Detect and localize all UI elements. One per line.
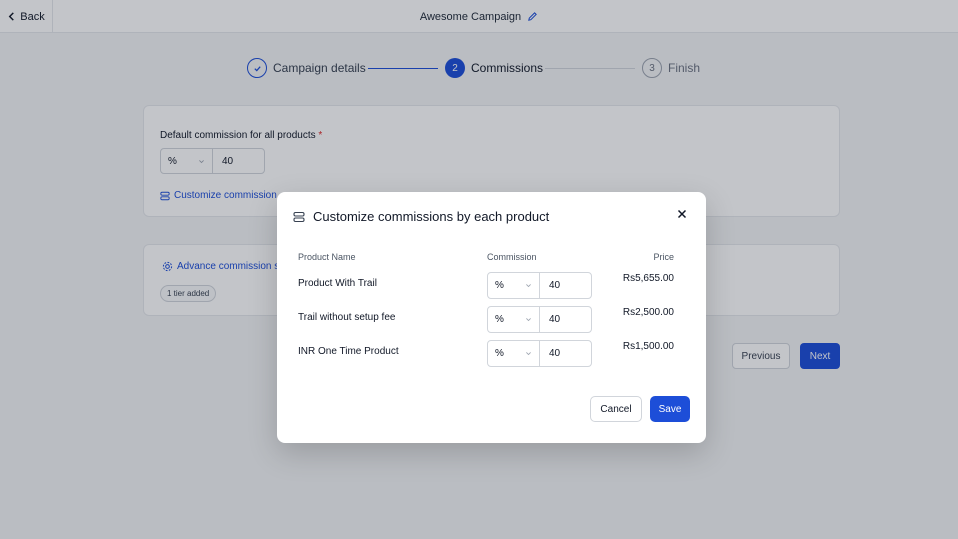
commission-input: % 40 xyxy=(487,340,592,367)
unit-select[interactable]: % xyxy=(488,341,540,366)
commission-input: % 40 xyxy=(487,272,592,299)
unit-value: % xyxy=(495,280,504,291)
chevron-down-icon xyxy=(526,318,531,322)
chevron-down-icon xyxy=(526,284,531,288)
product-price: Rs2,500.00 xyxy=(622,307,674,318)
modal-title: Customize commissions by each product xyxy=(293,209,549,224)
unit-value: % xyxy=(495,314,504,325)
product-name: Trail without setup fee xyxy=(298,312,396,323)
unit-select[interactable]: % xyxy=(488,307,540,332)
commission-value[interactable]: 40 xyxy=(540,307,591,332)
commission-input: % 40 xyxy=(487,306,592,333)
product-price: Rs1,500.00 xyxy=(622,341,674,352)
commission-value[interactable]: 40 xyxy=(540,341,591,366)
product-name: INR One Time Product xyxy=(298,346,399,357)
col-header-product-name: Product Name xyxy=(298,252,356,262)
sliders-icon xyxy=(293,211,305,222)
col-header-commission: Commission xyxy=(487,252,537,262)
modal-title-text: Customize commissions by each product xyxy=(313,209,550,224)
customize-commissions-modal: Customize commissions by each product Pr… xyxy=(277,192,706,443)
unit-select[interactable]: % xyxy=(488,273,540,298)
col-header-price: Price xyxy=(653,252,674,262)
close-icon[interactable] xyxy=(676,208,688,220)
unit-value: % xyxy=(495,348,504,359)
cancel-button[interactable]: Cancel xyxy=(590,396,642,422)
save-button[interactable]: Save xyxy=(650,396,690,422)
commission-value[interactable]: 40 xyxy=(540,273,591,298)
chevron-down-icon xyxy=(526,352,531,356)
product-price: Rs5,655.00 xyxy=(622,273,674,284)
product-name: Product With Trail xyxy=(298,278,377,289)
